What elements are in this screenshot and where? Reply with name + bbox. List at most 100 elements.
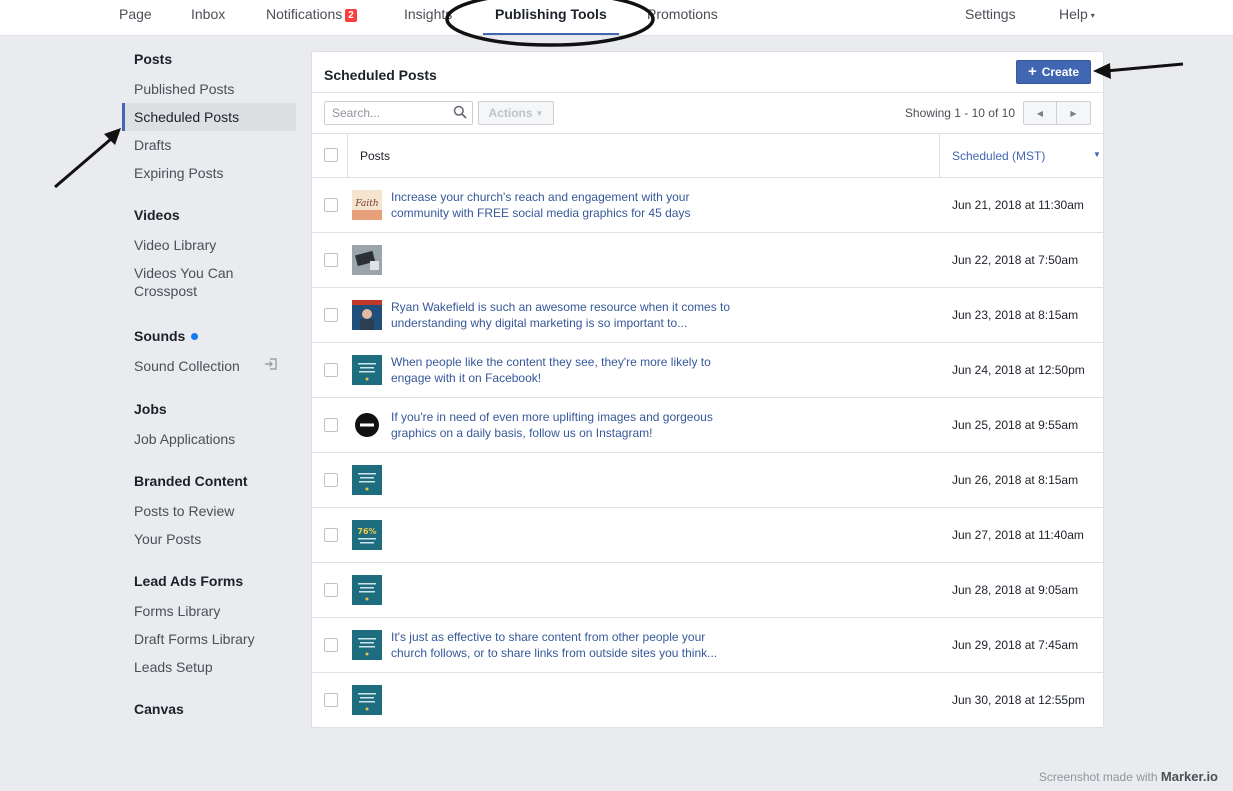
- column-header-scheduled[interactable]: Scheduled (MST): [952, 149, 1045, 163]
- create-button[interactable]: + Create: [1016, 60, 1091, 84]
- post-thumbnail[interactable]: [352, 575, 382, 605]
- tab-notifications-label: Notifications: [266, 6, 343, 22]
- column-divider: [347, 134, 348, 177]
- sidebar-section-posts: Posts: [134, 51, 173, 67]
- sidebar-item-leads-setup[interactable]: Leads Setup: [122, 657, 296, 677]
- sidebar-item-videos-you-can-crosspost[interactable]: Videos You Can Crosspost: [122, 264, 262, 300]
- scheduled-date: Jun 30, 2018 at 12:55pm: [952, 693, 1085, 707]
- row-checkbox[interactable]: [324, 253, 338, 267]
- notifications-count-badge: 2: [345, 9, 357, 22]
- actions-label: Actions: [488, 106, 533, 120]
- help-caret-icon: ▾: [1090, 11, 1095, 20]
- select-all-checkbox[interactable]: [324, 148, 338, 162]
- tab-insights[interactable]: Insights: [404, 0, 452, 36]
- sidebar-section-sounds: Sounds: [134, 328, 199, 344]
- scheduled-date: Jun 27, 2018 at 11:40am: [952, 528, 1084, 542]
- table-row[interactable]: Jun 22, 2018 at 7:50am: [312, 233, 1103, 288]
- create-button-label: Create: [1041, 65, 1080, 79]
- annotation-arrow-right: [1105, 62, 1184, 73]
- svg-text:Faith: Faith: [354, 199, 378, 209]
- sidebar-item-drafts[interactable]: Drafts: [122, 135, 296, 155]
- table-row[interactable]: If you're in need of even more uplifting…: [312, 398, 1103, 453]
- sidebar-item-video-library[interactable]: Video Library: [122, 235, 296, 255]
- sidebar-item-posts-to-review[interactable]: Posts to Review: [122, 501, 296, 521]
- scheduled-date: Jun 21, 2018 at 11:30am: [952, 198, 1084, 212]
- actions-dropdown[interactable]: Actions ▼: [478, 101, 554, 125]
- row-checkbox[interactable]: [324, 528, 338, 542]
- post-thumbnail[interactable]: [352, 355, 382, 385]
- open-in-icon: [265, 358, 277, 370]
- plus-icon: +: [1027, 63, 1037, 80]
- top-nav: Page Inbox Notifications 2 Insights Publi…: [0, 0, 1233, 36]
- next-page-icon[interactable]: ▶: [1057, 102, 1090, 124]
- tab-settings[interactable]: Settings: [965, 0, 1016, 36]
- table-row[interactable]: Jun 30, 2018 at 12:55pm: [312, 673, 1103, 728]
- marker-io-credit: Screenshot made with Marker.io: [1039, 769, 1218, 784]
- row-checkbox[interactable]: [324, 198, 338, 212]
- scheduled-date: Jun 26, 2018 at 8:15am: [952, 473, 1079, 487]
- scheduled-date: Jun 25, 2018 at 9:55am: [952, 418, 1079, 432]
- column-divider: [939, 134, 940, 177]
- search-icon[interactable]: [453, 105, 467, 119]
- tab-notifications[interactable]: Notifications 2: [266, 0, 357, 36]
- table-row[interactable]: Faith Increase your church's reach and en…: [312, 178, 1103, 233]
- row-checkbox[interactable]: [324, 693, 338, 707]
- sidebar-item-job-applications[interactable]: Job Applications: [122, 429, 296, 449]
- sidebar-item-expiring-posts[interactable]: Expiring Posts: [122, 163, 296, 183]
- prev-page-icon[interactable]: ◀: [1024, 102, 1057, 124]
- table-row[interactable]: Ryan Wakefield is such an awesome resour…: [312, 288, 1103, 343]
- scheduled-date: Jun 29, 2018 at 7:45am: [952, 638, 1079, 652]
- tab-help[interactable]: Help ▾: [1059, 0, 1095, 36]
- post-text[interactable]: If you're in need of even more uplifting…: [391, 409, 741, 441]
- search-input[interactable]: [324, 101, 473, 125]
- table-row[interactable]: It's just as effective to share content …: [312, 618, 1103, 673]
- row-checkbox[interactable]: [324, 473, 338, 487]
- header-divider: [312, 92, 1103, 93]
- table-header: Posts Scheduled (MST) ▼: [312, 133, 1103, 178]
- post-thumbnail[interactable]: [352, 300, 382, 330]
- column-header-posts[interactable]: Posts: [360, 149, 390, 163]
- row-checkbox[interactable]: [324, 363, 338, 377]
- post-thumbnail[interactable]: [352, 245, 382, 275]
- row-checkbox[interactable]: [324, 308, 338, 322]
- tab-promotions[interactable]: Promotions: [647, 0, 718, 36]
- sidebar-item-sound-collection-label: Sound Collection: [134, 358, 240, 374]
- tab-publishing-tools[interactable]: Publishing Tools: [483, 0, 619, 36]
- sidebar-item-sound-collection[interactable]: Sound Collection: [122, 356, 296, 376]
- post-thumbnail[interactable]: Faith: [352, 190, 382, 220]
- sidebar-section-branded-content: Branded Content: [134, 473, 248, 489]
- post-thumbnail[interactable]: [352, 410, 382, 440]
- post-text[interactable]: Ryan Wakefield is such an awesome resour…: [391, 299, 741, 331]
- post-thumbnail[interactable]: 76%: [352, 520, 382, 550]
- sidebar-item-scheduled-posts[interactable]: Scheduled Posts: [122, 103, 296, 131]
- sidebar-item-published-posts[interactable]: Published Posts: [122, 79, 296, 99]
- row-checkbox[interactable]: [324, 418, 338, 432]
- new-indicator-dot: [191, 333, 199, 340]
- table-row[interactable]: Jun 26, 2018 at 8:15am: [312, 453, 1103, 508]
- pager: ◀ ▶: [1023, 101, 1091, 125]
- sidebar-item-draft-forms-library[interactable]: Draft Forms Library: [122, 629, 296, 649]
- chevron-down-icon: ▼: [535, 108, 544, 118]
- post-text[interactable]: Increase your church's reach and engagem…: [391, 189, 741, 221]
- post-thumbnail[interactable]: [352, 465, 382, 495]
- sidebar-item-your-posts[interactable]: Your Posts: [122, 529, 296, 549]
- svg-text:76%: 76%: [357, 527, 376, 536]
- table-row[interactable]: Jun 28, 2018 at 9:05am: [312, 563, 1103, 618]
- row-checkbox[interactable]: [324, 638, 338, 652]
- credit-brand: Marker.io: [1160, 769, 1218, 784]
- table-row[interactable]: 76% Jun 27, 2018 at 11:40am: [312, 508, 1103, 563]
- sidebar-item-forms-library[interactable]: Forms Library: [122, 601, 296, 621]
- sort-desc-icon[interactable]: ▼: [1093, 150, 1101, 159]
- scheduled-date: Jun 23, 2018 at 8:15am: [952, 308, 1079, 322]
- post-thumbnail[interactable]: [352, 685, 382, 715]
- posts-table-body: Faith Increase your church's reach and en…: [312, 178, 1103, 728]
- table-row[interactable]: When people like the content they see, t…: [312, 343, 1103, 398]
- tab-inbox[interactable]: Inbox: [191, 0, 225, 36]
- post-text[interactable]: When people like the content they see, t…: [391, 354, 741, 386]
- sidebar-section-canvas[interactable]: Canvas: [134, 701, 184, 717]
- post-text[interactable]: It's just as effective to share content …: [391, 629, 741, 661]
- row-checkbox[interactable]: [324, 583, 338, 597]
- post-thumbnail[interactable]: [352, 630, 382, 660]
- sidebar-section-lead-ads-forms: Lead Ads Forms: [134, 573, 244, 589]
- tab-page[interactable]: Page: [119, 0, 152, 36]
